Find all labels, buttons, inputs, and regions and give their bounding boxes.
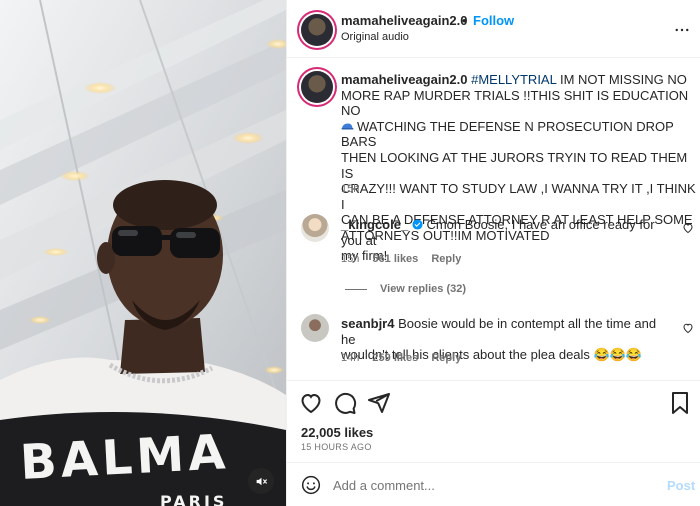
shirt-text: BALMA bbox=[18, 424, 231, 492]
caption-line-1: IM NOT MISSING NO bbox=[556, 72, 687, 87]
comment-likes[interactable]: 561 likes bbox=[372, 253, 418, 265]
caption-line-5: CRAZY!!! WANT TO STUDY LAW ,I WANNA TRY … bbox=[341, 181, 696, 212]
comment-meta: 14h 259 likes Reply bbox=[341, 352, 461, 364]
caption-line-2: MORE RAP MURDER TRIALS !!THIS SHIT IS ED… bbox=[341, 87, 689, 119]
comment-username[interactable]: _kingcole_ bbox=[341, 217, 408, 232]
cap-emoji-icon bbox=[341, 123, 354, 130]
verified-badge-icon bbox=[412, 219, 423, 230]
post-button[interactable]: Post bbox=[667, 478, 695, 493]
post-media[interactable]: BALMA PARIS bbox=[0, 0, 286, 506]
view-replies-line bbox=[345, 289, 367, 290]
hashtag-link[interactable]: #MELLYTRIAL bbox=[471, 72, 556, 87]
caption-line-3: WATCHING THE DEFENSE N PROSECUTION DROP … bbox=[341, 118, 674, 150]
caption-line-3-wrap: WATCHING THE DEFENSE N PROSECUTION DROP … bbox=[341, 119, 696, 150]
comment-input[interactable] bbox=[333, 475, 633, 495]
comment-username[interactable]: seanbjr4 bbox=[341, 316, 394, 331]
comment-meta: 15h 561 likes Reply bbox=[341, 253, 461, 265]
likes-count[interactable]: 22,005 likes bbox=[301, 425, 373, 440]
post-header: mamaheliveagain2.0 • Follow Original aud… bbox=[287, 0, 700, 58]
caption-username[interactable]: mamaheliveagain2.0 bbox=[341, 72, 467, 87]
comment-like-icon[interactable] bbox=[682, 222, 694, 234]
header-username[interactable]: mamaheliveagain2.0 bbox=[341, 13, 467, 28]
caption-avatar[interactable] bbox=[301, 71, 333, 103]
caption-line-4: THEN LOOKING AT THE JURORS TRYIN TO READ… bbox=[341, 149, 688, 181]
post-dialog: BALMA PARIS mamaheliveagain2.0 • Follow … bbox=[0, 0, 700, 506]
mute-button[interactable] bbox=[248, 468, 274, 494]
comment-like-icon[interactable] bbox=[682, 322, 694, 334]
comment-avatar[interactable] bbox=[301, 214, 329, 242]
comment-avatar[interactable] bbox=[301, 314, 329, 342]
reply-button[interactable]: Reply bbox=[431, 253, 461, 265]
share-icon[interactable] bbox=[367, 391, 391, 415]
caption-time[interactable]: 15h bbox=[341, 183, 359, 195]
view-replies-button[interactable]: View replies (32) bbox=[380, 283, 466, 295]
comment-time[interactable]: 14h bbox=[341, 352, 359, 364]
more-horizontal-icon[interactable] bbox=[673, 21, 691, 39]
comment-composer: Post bbox=[287, 462, 700, 506]
heart-icon[interactable] bbox=[299, 391, 323, 415]
follow-button[interactable]: Follow bbox=[473, 13, 514, 28]
bookmark-icon[interactable] bbox=[669, 391, 691, 415]
post-age[interactable]: 15 HOURS AGO bbox=[301, 442, 372, 452]
reply-button[interactable]: Reply bbox=[431, 352, 461, 364]
comment-time[interactable]: 15h bbox=[341, 253, 359, 265]
speaker-muted-icon bbox=[256, 477, 267, 485]
emoji-icon[interactable] bbox=[301, 475, 321, 495]
shirt-subtext: PARIS bbox=[160, 492, 228, 506]
header-dot: • bbox=[462, 13, 467, 28]
post-sidebar: mamaheliveagain2.0 • Follow Original aud… bbox=[286, 0, 700, 506]
comment-likes[interactable]: 259 likes bbox=[372, 352, 418, 364]
comment-icon[interactable] bbox=[333, 391, 357, 415]
avatar[interactable] bbox=[301, 14, 333, 46]
audio-label[interactable]: Original audio bbox=[341, 31, 409, 43]
